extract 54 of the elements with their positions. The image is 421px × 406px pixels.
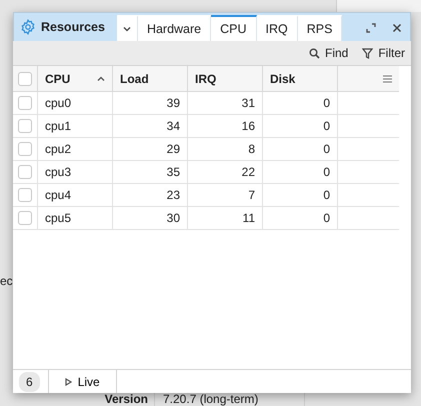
play-icon bbox=[64, 378, 72, 386]
table-cell: 29 bbox=[113, 138, 188, 161]
close-button[interactable] bbox=[392, 21, 402, 33]
table-cell: 34 bbox=[113, 115, 188, 138]
tab[interactable]: RPS bbox=[298, 15, 342, 41]
find-button[interactable]: Find bbox=[308, 44, 348, 62]
table-cell: cpu4 bbox=[38, 184, 113, 207]
tab[interactable]: Hardware bbox=[138, 15, 212, 41]
live-button[interactable]: Live bbox=[48, 370, 117, 393]
window-title: Resources bbox=[41, 18, 105, 36]
tab[interactable]: CPU bbox=[211, 15, 257, 41]
caret-icon bbox=[122, 26, 131, 32]
table-cell: 39 bbox=[113, 92, 188, 115]
table-cell: cpu3 bbox=[38, 161, 113, 184]
tab[interactable]: IRQ bbox=[256, 15, 298, 41]
maximize-button[interactable] bbox=[366, 21, 376, 33]
table-cell: 30 bbox=[113, 207, 188, 230]
table-cell: 16 bbox=[188, 115, 263, 138]
table-cell: 22 bbox=[188, 161, 263, 184]
menu-icon[interactable] bbox=[383, 74, 392, 82]
gear-icon bbox=[20, 19, 36, 35]
column-header[interactable]: CPU bbox=[38, 66, 113, 92]
checkbox[interactable] bbox=[18, 188, 32, 202]
table-cell: 0 bbox=[263, 138, 338, 161]
checkbox[interactable] bbox=[18, 211, 32, 225]
dropdown-button[interactable] bbox=[116, 15, 138, 41]
table-cell: cpu1 bbox=[38, 115, 113, 138]
table-cell: cpu0 bbox=[38, 92, 113, 115]
search-icon bbox=[308, 48, 320, 58]
table-cell: 0 bbox=[263, 207, 338, 230]
table-cell: 8 bbox=[188, 138, 263, 161]
table-cell: 0 bbox=[263, 184, 338, 207]
checkbox[interactable] bbox=[18, 165, 32, 179]
column-header[interactable]: IRQ bbox=[188, 66, 263, 92]
field-label: ec bbox=[0, 274, 13, 288]
checkbox[interactable] bbox=[18, 142, 32, 156]
column-header[interactable]: Load bbox=[113, 66, 188, 92]
table-cell: 11 bbox=[188, 207, 263, 230]
table-cell: 7 bbox=[188, 184, 263, 207]
table-cell: 35 bbox=[113, 161, 188, 184]
column-header[interactable]: Disk bbox=[263, 66, 338, 92]
table-cell: 0 bbox=[263, 161, 338, 184]
checkbox[interactable] bbox=[18, 72, 32, 86]
count-badge: 6 bbox=[19, 372, 40, 392]
filter-icon bbox=[362, 48, 374, 58]
table-cell: 23 bbox=[113, 184, 188, 207]
checkbox[interactable] bbox=[18, 119, 32, 133]
table-cell: 0 bbox=[263, 92, 338, 115]
table-cell: cpu5 bbox=[38, 207, 113, 230]
filter-button[interactable]: Filter bbox=[362, 44, 405, 62]
table-cell: 0 bbox=[263, 115, 338, 138]
checkbox[interactable] bbox=[18, 96, 32, 110]
table-cell: 31 bbox=[188, 92, 263, 115]
table-cell: cpu2 bbox=[38, 138, 113, 161]
